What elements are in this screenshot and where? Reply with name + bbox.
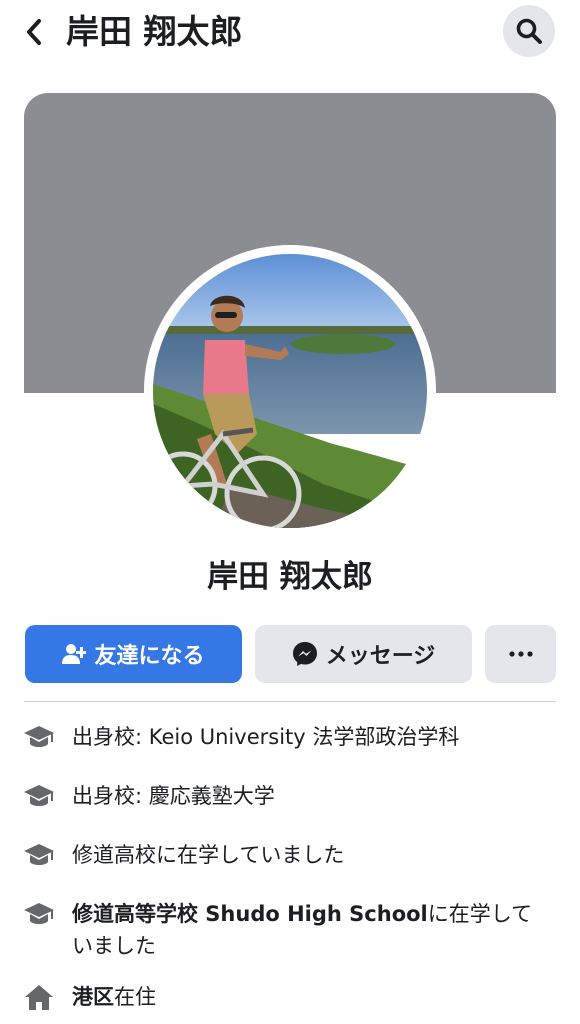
search-button[interactable] bbox=[503, 5, 555, 57]
more-dots-icon bbox=[508, 651, 533, 657]
school-link[interactable]: 修道高等学校 Shudo High School bbox=[72, 902, 428, 926]
info-text: 出身校: Keio University 法学部政治学科 bbox=[72, 725, 460, 749]
graduation-cap-icon bbox=[22, 722, 56, 752]
info-text: 港区在住 bbox=[72, 981, 552, 1013]
city-link[interactable]: 港区 bbox=[72, 985, 114, 1009]
profile-photo bbox=[153, 254, 427, 528]
graduation-cap-icon bbox=[22, 899, 56, 929]
info-text: 出身校: 慶応義塾大学 bbox=[72, 784, 275, 808]
profile-picture[interactable] bbox=[153, 254, 427, 528]
graduation-cap-icon bbox=[22, 840, 56, 870]
info-suffix: 在住 bbox=[114, 985, 156, 1009]
section-divider bbox=[24, 701, 556, 702]
more-options-button[interactable] bbox=[485, 625, 556, 683]
graduation-cap-icon bbox=[22, 781, 56, 811]
messenger-icon bbox=[292, 641, 318, 667]
home-icon bbox=[22, 982, 56, 1012]
profile-actions: 友達になる メッセージ bbox=[0, 625, 580, 683]
message-label: メッセージ bbox=[325, 644, 436, 669]
add-friend-icon bbox=[62, 643, 87, 665]
info-text: 修道高等学校 Shudo High Schoolに在学していました bbox=[72, 898, 552, 962]
back-button[interactable] bbox=[16, 12, 52, 52]
top-bar: 岸田 翔太郎 bbox=[0, 0, 580, 64]
message-button[interactable]: メッセージ bbox=[255, 625, 472, 683]
add-friend-label: 友達になる bbox=[94, 644, 205, 669]
profile-name: 岸田 翔太郎 bbox=[207, 559, 373, 595]
chevron-left-icon bbox=[27, 19, 41, 45]
search-icon bbox=[516, 18, 542, 44]
page-title: 岸田 翔太郎 bbox=[66, 12, 243, 51]
info-text: 修道高校に在学していました bbox=[72, 843, 345, 867]
add-friend-button[interactable]: 友達になる bbox=[25, 625, 242, 683]
